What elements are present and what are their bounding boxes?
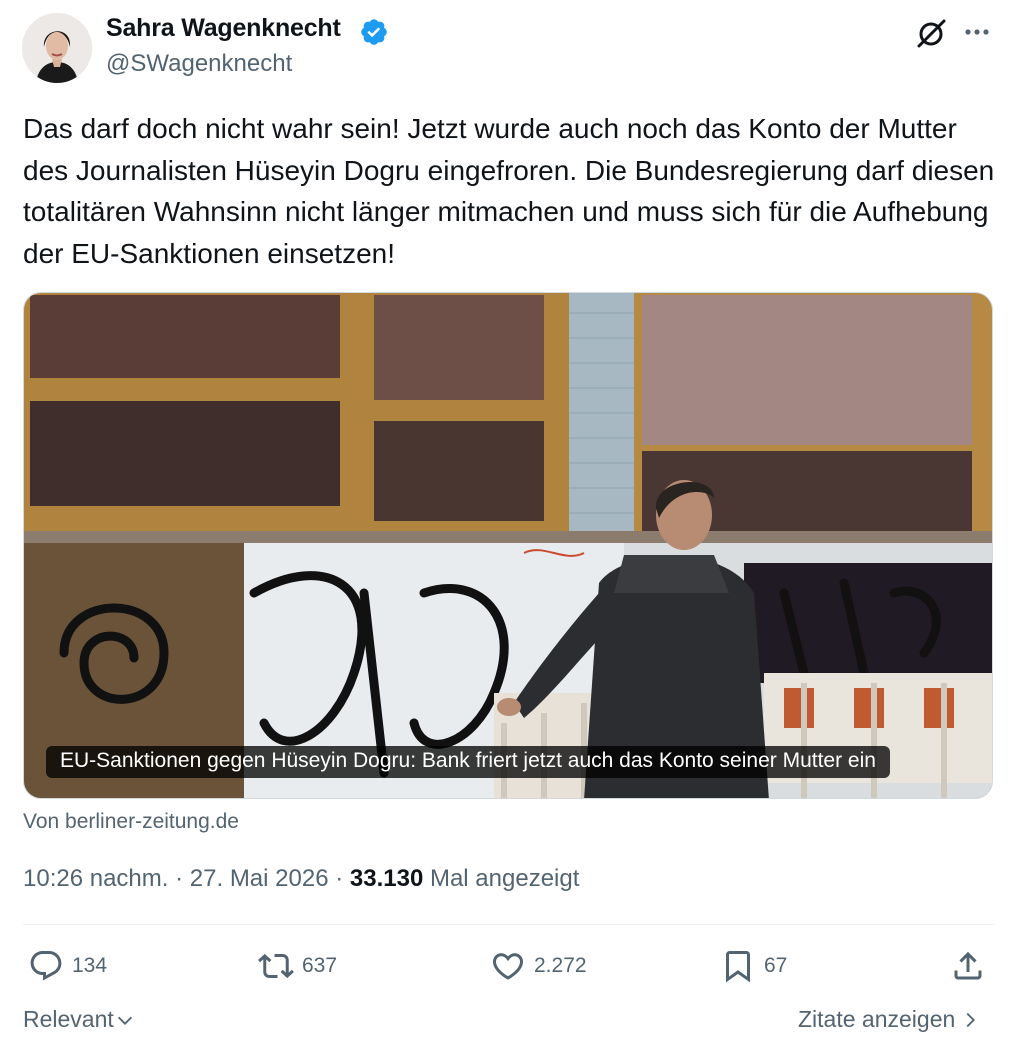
heart-icon bbox=[492, 953, 524, 980]
reply-button[interactable]: 134 bbox=[28, 946, 107, 986]
tweet-date[interactable]: 27. Mai 2026 bbox=[190, 865, 329, 892]
retweet-button[interactable]: 637 bbox=[258, 946, 337, 986]
retweet-icon bbox=[258, 953, 294, 979]
tweet-metadata: 10:26 nachm. · 27. Mai 2026 · 33.130 Mal… bbox=[23, 865, 579, 893]
link-preview-card[interactable]: EU-Sanktionen gegen Hüseyin Dogru: Bank … bbox=[23, 292, 993, 799]
view-count: 33.130 bbox=[349, 865, 424, 892]
verified-badge-icon[interactable] bbox=[359, 17, 389, 47]
link-preview-title: EU-Sanktionen gegen Hüseyin Dogru: Bank … bbox=[46, 746, 890, 778]
sort-replies-dropdown[interactable]: Relevant bbox=[23, 1006, 136, 1033]
more-options-icon[interactable] bbox=[962, 20, 992, 44]
user-handle[interactable]: @SWagenknecht bbox=[106, 50, 292, 78]
chevron-down-icon bbox=[117, 1016, 132, 1025]
like-count: 2.272 bbox=[534, 954, 587, 977]
view-quotes-link[interactable]: Zitate anzeigen bbox=[798, 1006, 981, 1033]
bookmark-button[interactable]: 67 bbox=[720, 946, 787, 986]
link-source[interactable]: Von berliner-zeitung.de bbox=[23, 810, 239, 834]
reply-count: 134 bbox=[72, 954, 108, 977]
separator-dot: · bbox=[175, 865, 184, 892]
separator-dot: · bbox=[335, 865, 344, 892]
quotes-label: Zitate anzeigen bbox=[798, 1006, 956, 1032]
preview-image bbox=[24, 293, 992, 798]
tweet-text: Das darf doch nicht wahr sein! Jetzt wur… bbox=[23, 113, 995, 269]
share-button[interactable] bbox=[950, 946, 994, 986]
tweet-time[interactable]: 10:26 nachm. bbox=[23, 865, 168, 892]
retweet-count: 637 bbox=[302, 954, 338, 977]
like-button[interactable]: 2.272 bbox=[490, 946, 587, 986]
avatar[interactable] bbox=[22, 13, 92, 83]
display-name[interactable]: Sahra Wagenknecht bbox=[106, 14, 341, 43]
sort-label: Relevant bbox=[23, 1006, 114, 1032]
share-icon bbox=[954, 951, 982, 980]
reply-icon bbox=[30, 951, 62, 981]
chevron-right-icon bbox=[966, 1012, 976, 1027]
divider bbox=[23, 924, 995, 925]
bookmark-icon bbox=[726, 951, 750, 983]
grok-icon[interactable] bbox=[914, 16, 948, 50]
bookmark-count: 67 bbox=[764, 954, 788, 977]
view-count-label: Mal angezeigt bbox=[429, 865, 580, 892]
